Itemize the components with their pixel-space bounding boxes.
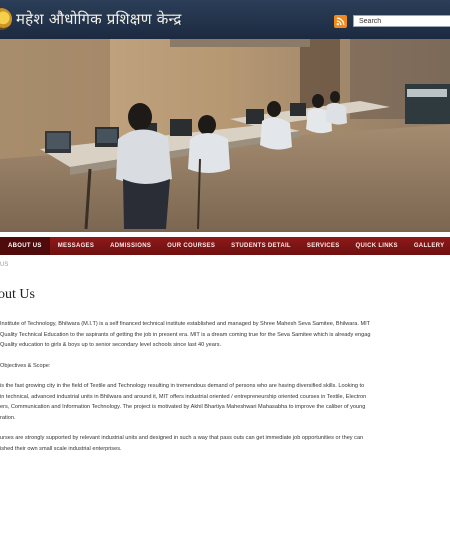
- intro-paragraph: Institute of Technology, Bhilwara (M.I.T…: [0, 321, 371, 348]
- page-content: Institute of Technology, Bhilwara (M.I.T…: [0, 319, 450, 464]
- nav-item-about-us[interactable]: ABOUT US: [0, 237, 50, 255]
- nav-item-messages[interactable]: MESSAGES: [50, 237, 102, 255]
- nav-item-admissions[interactable]: ADMISSIONS: [102, 237, 159, 255]
- main-nav: ABOUT US MESSAGES ADMISSIONS OUR COURSES…: [0, 237, 450, 255]
- objectives-heading: Objectives & Scope:: [0, 362, 51, 369]
- logo-emblem-icon[interactable]: [0, 8, 12, 30]
- nav-item-gallery[interactable]: GALLERY: [406, 237, 450, 255]
- courses-paragraph: urses are strongly supported by relevant…: [0, 435, 364, 452]
- breadcrumb[interactable]: US: [0, 262, 8, 268]
- site-title[interactable]: महेश औधोगिक प्रशिक्षण केन्द्र: [16, 9, 182, 29]
- page-title: out Us: [0, 287, 35, 302]
- objectives-paragraph: is the fast growing city in the field of…: [0, 383, 367, 421]
- nav-item-quick-links[interactable]: QUICK LINKS: [348, 237, 406, 255]
- nav-item-students-detail[interactable]: STUDENTS DETAIL: [223, 237, 299, 255]
- nav-item-our-courses[interactable]: OUR COURSES: [159, 237, 223, 255]
- nav-item-services[interactable]: SERVICES: [299, 237, 348, 255]
- hero-banner-image: [0, 39, 450, 232]
- search-input[interactable]: [353, 15, 450, 27]
- site-header: महेश औधोगिक प्रशिक्षण केन्द्र: [0, 0, 450, 39]
- rss-feed-icon[interactable]: [334, 15, 347, 28]
